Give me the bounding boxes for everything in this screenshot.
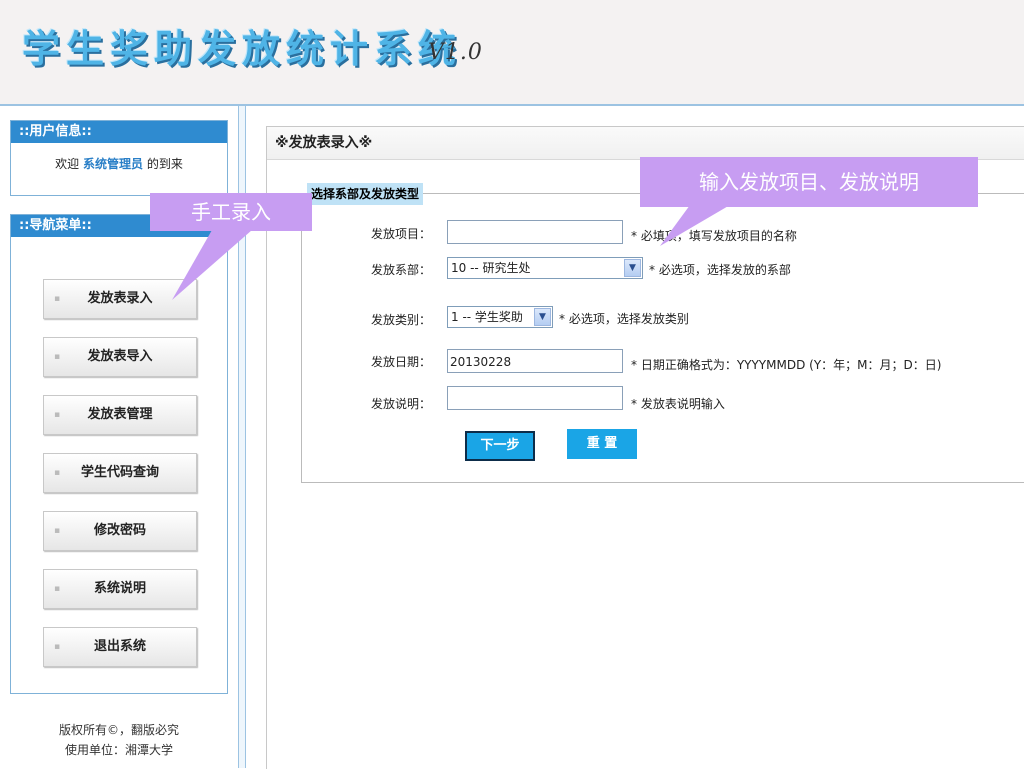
input-hint-callout: 输入发放项目、发放说明 [640, 157, 978, 207]
manual-entry-callout: 手工录入 [150, 193, 312, 231]
callout-pointer-input [660, 205, 730, 246]
callout-pointer-manual [172, 230, 252, 300]
annotation-overlay [172, 205, 730, 300]
